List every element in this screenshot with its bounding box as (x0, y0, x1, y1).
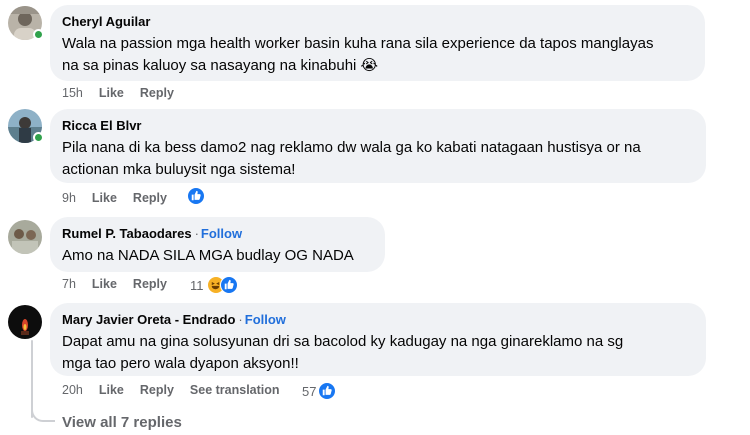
see-translation-link[interactable]: See translation (190, 383, 280, 397)
comment-bubble: Mary Javier Oreta - Endrado · Follow Dapat… (50, 303, 706, 376)
online-status-indicator (33, 132, 44, 143)
comment-author[interactable]: Cheryl Aguilar (62, 13, 693, 30)
comment-timestamp[interactable]: 9h (62, 191, 76, 205)
comment-timestamp[interactable]: 15h (62, 86, 83, 100)
like-button[interactable]: Like (99, 383, 124, 397)
reply-button[interactable]: Reply (140, 383, 174, 397)
comment-actions: 20h Like Reply See translation (62, 383, 296, 397)
online-status-indicator (33, 29, 44, 40)
view-all-replies-link[interactable]: View all 7 replies (62, 414, 182, 431)
reply-button[interactable]: Reply (133, 191, 167, 205)
reaction-badge[interactable]: 57 (302, 382, 337, 400)
comment-bubble: Cheryl Aguilar Wala na passion mga healt… (50, 5, 705, 81)
comment-text: Pila nana di ka bess damo2 nag reklamo d… (62, 139, 641, 178)
crying-emoji: 😭 (360, 57, 379, 74)
like-reaction-icon (187, 187, 205, 205)
separator-dot: · (238, 312, 243, 327)
reaction-badge[interactable] (187, 187, 205, 205)
comment-actions: 9h Like Reply (62, 191, 183, 205)
avatar[interactable] (8, 305, 42, 339)
comment-actions: 15h Like Reply (62, 86, 190, 100)
separator-dot: · (194, 226, 199, 241)
reaction-count: 11 (190, 277, 204, 293)
like-button[interactable]: Like (99, 86, 124, 100)
author-name[interactable]: Mary Javier Oreta - Endrado (62, 312, 235, 327)
comment-timestamp[interactable]: 7h (62, 277, 76, 291)
like-button[interactable]: Like (92, 277, 117, 291)
reaction-badge[interactable]: 11 (190, 276, 238, 294)
reply-button[interactable]: Reply (140, 86, 174, 100)
comment-actions: 7h Like Reply (62, 277, 183, 291)
comment-bubble: Rumel P. Tabaodares · Follow Amo na NADA S… (50, 217, 385, 272)
reply-thread-curve (31, 402, 55, 422)
comment-author: Mary Javier Oreta - Endrado · Follow (62, 311, 694, 328)
like-button[interactable]: Like (92, 191, 117, 205)
reply-button[interactable]: Reply (133, 277, 167, 291)
comment-bubble: Ricca El Blvr Pila nana di ka bess damo2… (50, 109, 706, 183)
follow-button[interactable]: Follow (245, 312, 286, 327)
comment-timestamp[interactable]: 20h (62, 383, 83, 397)
reaction-count: 57 (302, 383, 317, 399)
comment-text: Amo na NADA SILA MGA budlay OG NADA (62, 247, 354, 264)
follow-button[interactable]: Follow (201, 226, 242, 241)
comment-text: Dapat amu na gina solusyunan dri sa baco… (62, 333, 624, 372)
comment-author: Rumel P. Tabaodares · Follow (62, 225, 373, 242)
avatar[interactable] (8, 220, 42, 254)
author-name[interactable]: Rumel P. Tabaodares (62, 226, 192, 241)
comment-text: Wala na passion mga health worker basin … (62, 35, 654, 74)
comment-author[interactable]: Ricca El Blvr (62, 117, 694, 134)
like-reaction-icon (219, 276, 238, 294)
like-reaction-icon (318, 382, 337, 400)
